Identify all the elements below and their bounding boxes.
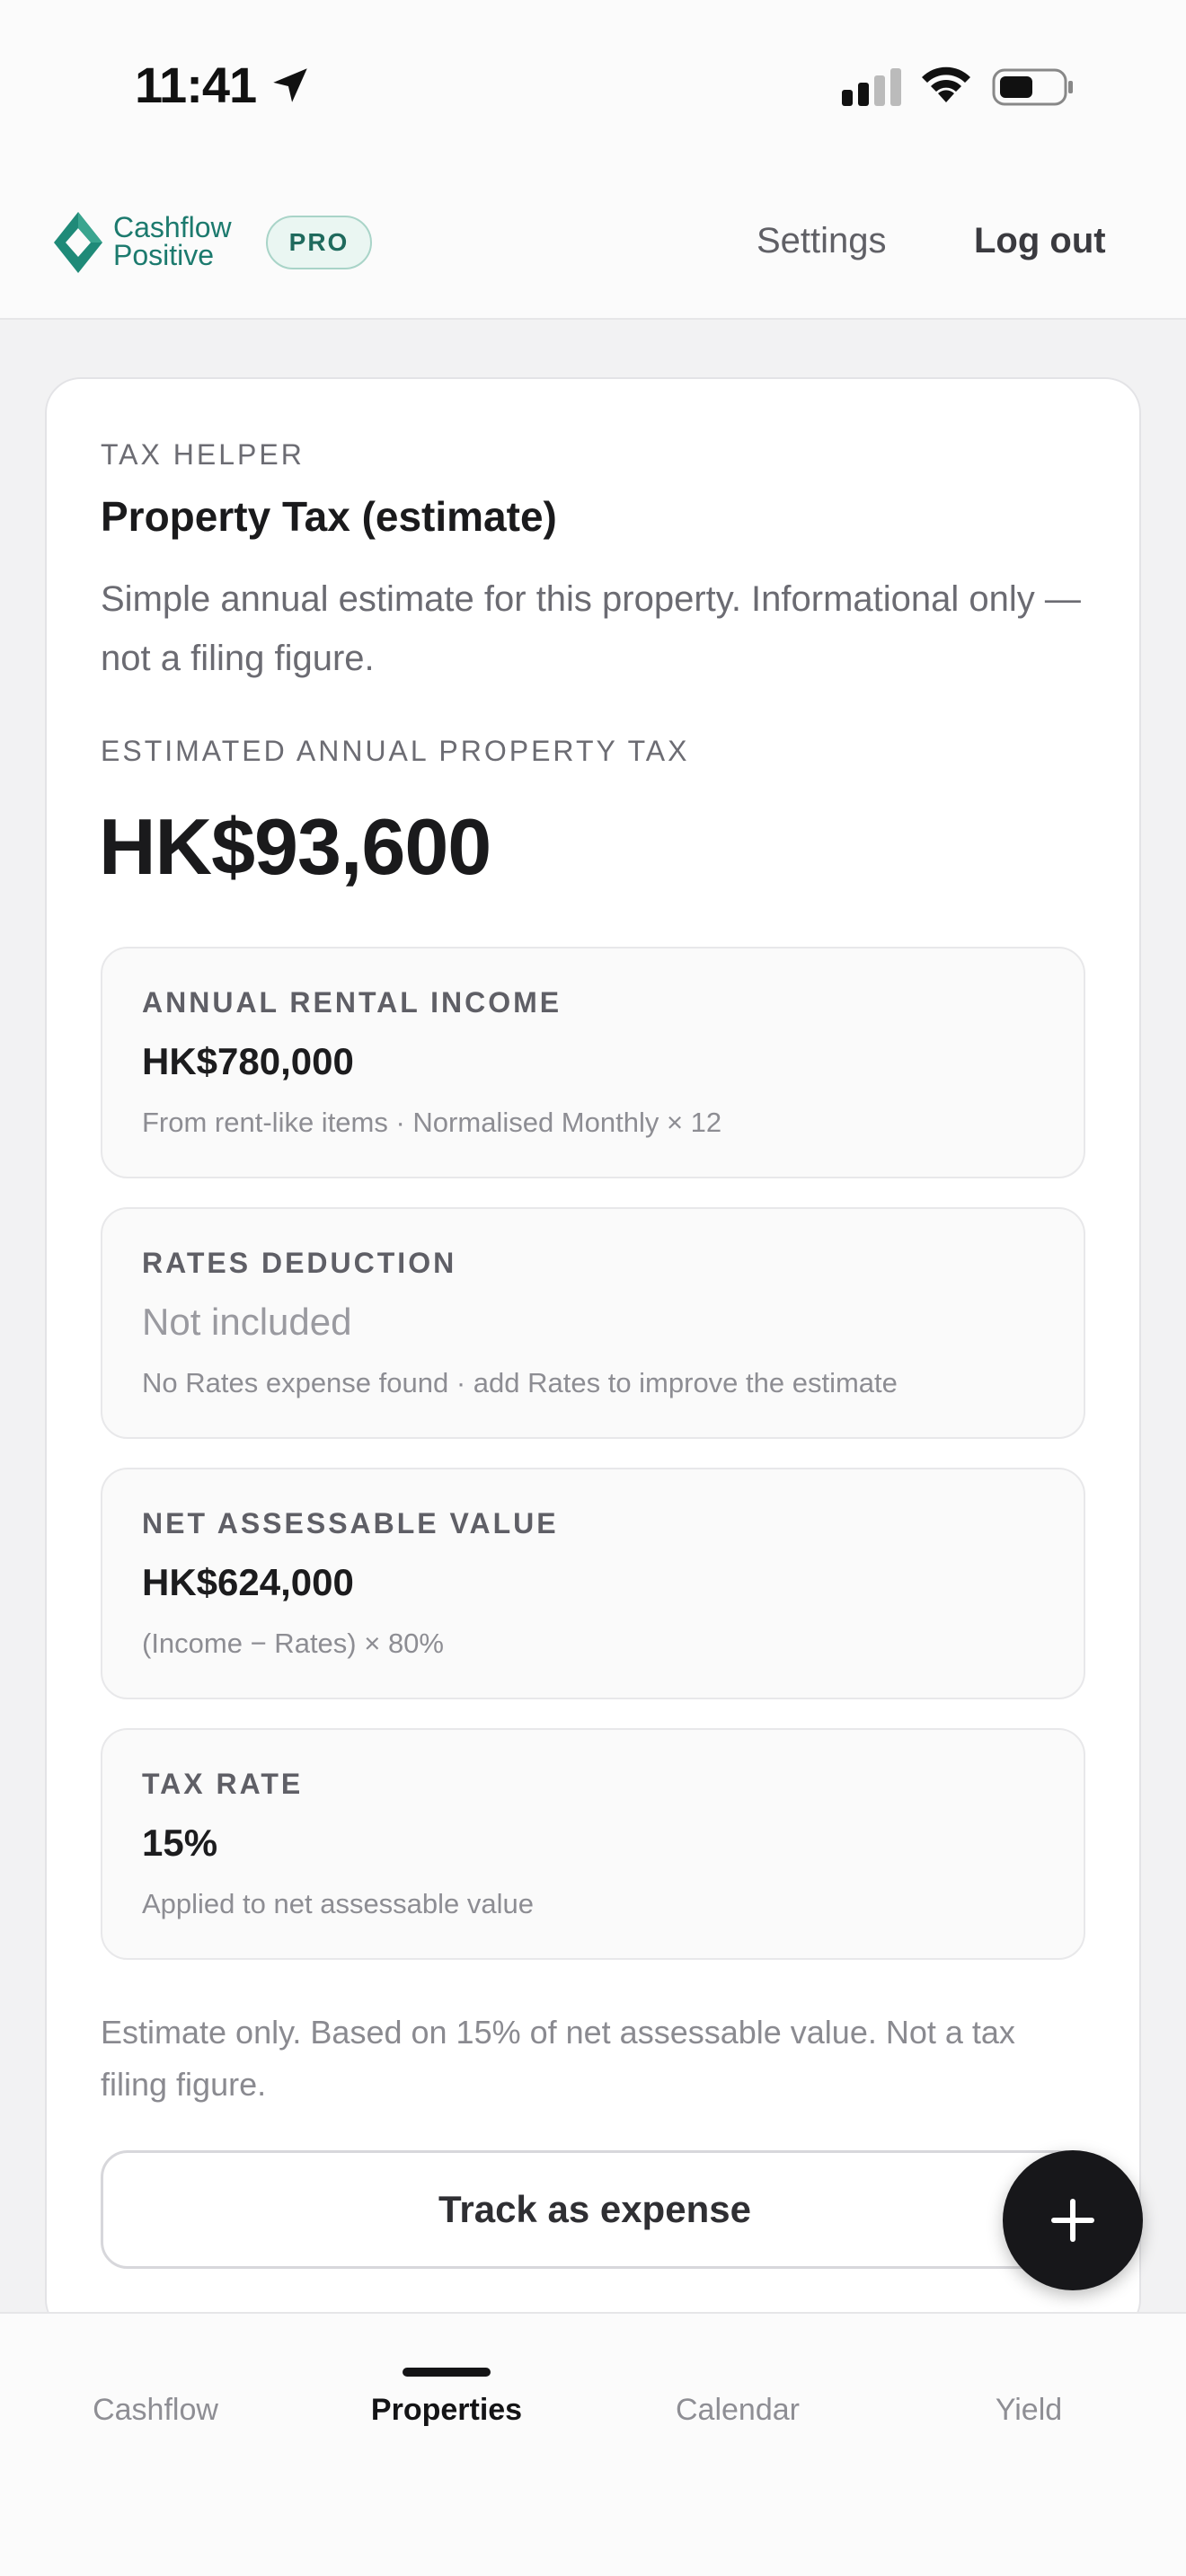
wifi-icon <box>922 66 970 102</box>
pro-badge: PRO <box>266 216 372 269</box>
card-description: Simple annual estimate for this property… <box>101 579 1081 678</box>
brand-line-2: Positive <box>113 239 215 271</box>
box-label: NET ASSESSABLE VALUE <box>142 1507 559 1539</box>
box-label: RATES DEDUCTION <box>142 1247 457 1279</box>
nav-yield[interactable]: Yield <box>881 2393 1177 2428</box>
bottom-nav: Cashflow Properties Calendar Yield <box>0 2312 1186 2576</box>
settings-link[interactable]: Settings <box>757 221 887 261</box>
brand-name: Cashflow Positive <box>113 211 232 271</box>
estimate-label: ESTIMATED ANNUAL PROPERTY TAX <box>101 735 690 767</box>
box-value: Not included <box>142 1301 352 1343</box>
net-value-box: NET ASSESSABLE VALUE HK$624,000 (Income … <box>101 1468 1085 1699</box>
location-arrow-icon <box>273 68 307 102</box>
box-value: 15% <box>142 1822 218 1864</box>
app-header: Cashflow Positive PRO Settings Log out <box>0 171 1186 320</box>
card-eyebrow: TAX HELPER <box>101 438 305 471</box>
nav-properties[interactable]: Properties <box>298 2393 595 2428</box>
card-title: Property Tax (estimate) <box>101 493 557 540</box>
logo-icon <box>54 212 102 273</box>
box-note: No Rates expense found · add Rates to im… <box>142 1367 898 1398</box>
nav-cashflow[interactable]: Cashflow <box>7 2393 304 2428</box>
tax-rate-box: TAX RATE 15% Applied to net assessable v… <box>101 1728 1085 1960</box>
property-tax-card: TAX HELPER Property Tax (estimate) Simpl… <box>45 377 1141 2335</box>
app-screen: 11:41 Cashflow Positive PRO Settings Log… <box>0 0 1186 2576</box>
logout-button[interactable]: Log out <box>974 221 1106 261</box>
rates-box: RATES DEDUCTION Not included No Rates ex… <box>101 1207 1085 1439</box>
income-box: ANNUAL RENTAL INCOME HK$780,000 From ren… <box>101 947 1085 1178</box>
status-bar: 11:41 <box>0 0 1186 171</box>
add-button[interactable] <box>1003 2150 1143 2290</box>
box-label: TAX RATE <box>142 1768 304 1800</box>
box-label: ANNUAL RENTAL INCOME <box>142 986 562 1019</box>
brand-line-1: Cashflow <box>113 211 232 243</box>
box-note: Applied to net assessable value <box>142 1888 535 1919</box>
track-as-expense-button[interactable]: Track as expense <box>101 2150 1089 2269</box>
cellular-signal-icon <box>842 68 901 106</box>
box-value: HK$624,000 <box>142 1561 354 1603</box>
estimate-footnote: Estimate only. Based on 15% of net asses… <box>101 2014 1015 2103</box>
nav-calendar[interactable]: Calendar <box>589 2393 886 2428</box>
status-time: 11:41 <box>135 57 257 113</box>
estimate-value: HK$93,600 <box>99 802 491 891</box>
plus-icon <box>1051 2199 1094 2242</box>
box-value: HK$780,000 <box>142 1040 354 1082</box>
box-note: (Income − Rates) × 80% <box>142 1628 444 1659</box>
box-note: From rent-like items · Normalised Monthl… <box>142 1107 722 1138</box>
active-tab-indicator <box>403 2368 491 2377</box>
battery-icon <box>992 68 1073 106</box>
